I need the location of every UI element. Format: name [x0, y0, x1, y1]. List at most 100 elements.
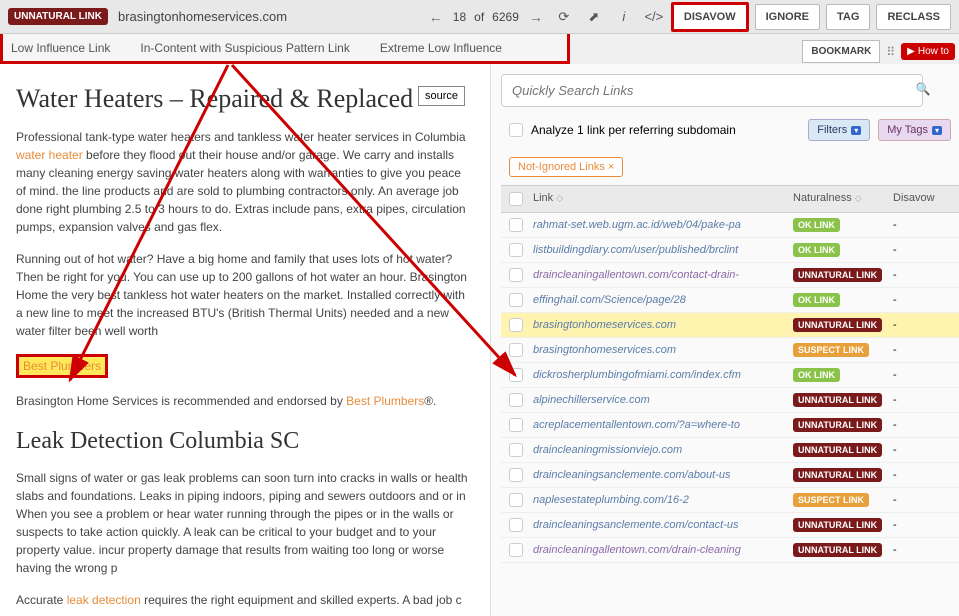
table-row[interactable]: effinghail.com/Science/page/28 OK LINK - [501, 288, 959, 313]
row-checkbox[interactable] [509, 368, 523, 382]
tag-suspicious-pattern: In-Content with Suspicious Pattern Link [140, 41, 349, 55]
search-icon[interactable]: 🔍 [916, 82, 931, 96]
link-url[interactable]: brasingtonhomeservices.com [533, 319, 793, 331]
row-checkbox[interactable] [509, 493, 523, 507]
naturalness-badge: SUSPECT LINK [793, 343, 869, 357]
row-checkbox[interactable] [509, 243, 523, 257]
refresh-icon[interactable]: ⟳ [553, 6, 575, 28]
link-url[interactable]: rahmat-set.web.ugm.ac.id/web/04/pake-pa [533, 219, 793, 231]
link-url[interactable]: effinghail.com/Science/page/28 [533, 294, 793, 306]
row-checkbox[interactable] [509, 443, 523, 457]
link-url[interactable]: naplesestateplumbing.com/16-2 [533, 494, 793, 506]
disavow-cell: - [893, 419, 951, 431]
row-checkbox[interactable] [509, 393, 523, 407]
position-of: of [474, 10, 484, 24]
disavow-cell: - [893, 494, 951, 506]
naturalness-badge: UNNATURAL LINK [793, 543, 882, 557]
table-row[interactable]: draincleaningsanclemente.com/contact-us … [501, 513, 959, 538]
info-icon[interactable]: i [613, 6, 635, 28]
mytags-button[interactable]: My Tags ▾ [878, 119, 951, 141]
source-tag[interactable]: source [418, 86, 465, 106]
best-plumbers-highlighted-link[interactable]: Best Plumbers [16, 354, 108, 378]
row-checkbox[interactable] [509, 293, 523, 307]
link-url[interactable]: listbuildingdiary.com/user/published/brc… [533, 244, 793, 256]
row-checkbox[interactable] [509, 343, 523, 357]
not-ignored-filter-chip[interactable]: Not-Ignored Links × [509, 157, 623, 177]
disavow-cell: - [893, 219, 951, 231]
col-disavow-header[interactable]: Disavow [893, 192, 935, 204]
table-row[interactable]: alpinechillerservice.com UNNATURAL LINK … [501, 388, 959, 413]
link-url[interactable]: brasingtonhomeservices.com [533, 344, 793, 356]
naturalness-badge: UNNATURAL LINK [793, 468, 882, 482]
link-url[interactable]: alpinechillerservice.com [533, 394, 793, 406]
row-checkbox[interactable] [509, 268, 523, 282]
col-link-header[interactable]: Link [533, 192, 553, 204]
disavow-cell: - [893, 469, 951, 481]
tag-button[interactable]: TAG [826, 4, 870, 30]
table-row[interactable]: draincleaningmissionviejo.com UNNATURAL … [501, 438, 959, 463]
sort-icon[interactable]: ◇ [556, 193, 563, 203]
ignore-button[interactable]: IGNORE [755, 4, 820, 30]
naturalness-badge: OK LINK [793, 368, 840, 382]
table-row[interactable]: draincleaningallentown.com/contact-drain… [501, 263, 959, 288]
row-checkbox[interactable] [509, 468, 523, 482]
search-input[interactable] [501, 74, 923, 107]
disavow-button[interactable]: DISAVOW [671, 2, 749, 32]
analyze-label: Analyze 1 link per referring subdomain [531, 123, 800, 137]
naturalness-badge: OK LINK [793, 243, 840, 257]
links-table-body: rahmat-set.web.ugm.ac.id/web/04/pake-pa … [501, 213, 959, 563]
table-row[interactable]: acreplacementallentown.com/?a=where-to U… [501, 413, 959, 438]
row-checkbox[interactable] [509, 418, 523, 432]
link-url[interactable]: draincleaningsanclemente.com/contact-us [533, 519, 793, 531]
disavow-cell: - [893, 244, 951, 256]
row-checkbox[interactable] [509, 518, 523, 532]
water-heater-link[interactable]: water heater [16, 148, 83, 162]
open-external-icon[interactable]: ⬈ [583, 6, 605, 28]
disavow-cell: - [893, 519, 951, 531]
disavow-cell: - [893, 369, 951, 381]
article-heading-2: Leak Detection Columbia SC [16, 428, 474, 455]
table-row[interactable]: brasingtonhomeservices.com SUSPECT LINK … [501, 338, 959, 363]
link-url[interactable]: dickrosherplumbingofmiami.com/index.cfm [533, 369, 793, 381]
naturalness-badge: OK LINK [793, 218, 840, 232]
sort-icon[interactable]: ◇ [855, 193, 862, 203]
naturalness-badge: UNNATURAL LINK [793, 268, 882, 282]
col-naturalness-header[interactable]: Naturalness [793, 192, 852, 204]
link-status-badge: UNNATURAL LINK [8, 8, 108, 25]
leak-detection-link[interactable]: leak detection [67, 593, 141, 607]
select-all-checkbox[interactable] [509, 192, 523, 206]
link-classification-bar: Low Influence Link In-Content with Suspi… [0, 34, 570, 64]
table-row[interactable]: dickrosherplumbingofmiami.com/index.cfm … [501, 363, 959, 388]
link-url[interactable]: draincleaningsanclemente.com/about-us [533, 469, 793, 481]
bookmark-button[interactable]: BOOKMARK [802, 40, 880, 63]
best-plumbers-link[interactable]: Best Plumbers [346, 394, 424, 408]
reclass-button[interactable]: RECLASS [876, 4, 951, 30]
link-url[interactable]: draincleaningallentown.com/contact-drain… [533, 269, 793, 281]
link-url[interactable]: acreplacementallentown.com/?a=where-to [533, 419, 793, 431]
filters-button[interactable]: Filters ▾ [808, 119, 870, 141]
table-row[interactable]: naplesestateplumbing.com/16-2 SUSPECT LI… [501, 488, 959, 513]
table-row[interactable]: listbuildingdiary.com/user/published/brc… [501, 238, 959, 263]
links-panel: 🔍 Analyze 1 link per referring subdomain… [490, 64, 959, 616]
next-arrow-icon[interactable]: → [527, 8, 545, 26]
table-row[interactable]: brasingtonhomeservices.com UNNATURAL LIN… [501, 313, 959, 338]
article-paragraph-3: Brasington Home Services is recommended … [16, 392, 474, 410]
naturalness-badge: SUSPECT LINK [793, 493, 869, 507]
link-url[interactable]: draincleaningmissionviejo.com [533, 444, 793, 456]
naturalness-badge: UNNATURAL LINK [793, 318, 882, 332]
row-checkbox[interactable] [509, 543, 523, 557]
prev-arrow-icon[interactable]: ← [427, 8, 445, 26]
row-checkbox[interactable] [509, 218, 523, 232]
table-row[interactable]: draincleaningsanclemente.com/about-us UN… [501, 463, 959, 488]
analyze-checkbox[interactable] [509, 123, 523, 137]
table-row[interactable]: rahmat-set.web.ugm.ac.id/web/04/pake-pa … [501, 213, 959, 238]
top-toolbar: UNNATURAL LINK brasingtonhomeservices.co… [0, 0, 959, 34]
link-url[interactable]: draincleaningallentown.com/drain-cleanin… [533, 544, 793, 556]
disavow-cell: - [893, 444, 951, 456]
row-checkbox[interactable] [509, 318, 523, 332]
naturalness-badge: UNNATURAL LINK [793, 393, 882, 407]
table-row[interactable]: draincleaningallentown.com/drain-cleanin… [501, 538, 959, 563]
grid-icon[interactable]: ⠿ [886, 45, 895, 59]
code-icon[interactable]: </> [643, 6, 665, 28]
howto-button[interactable]: ▶ How to [901, 43, 955, 60]
